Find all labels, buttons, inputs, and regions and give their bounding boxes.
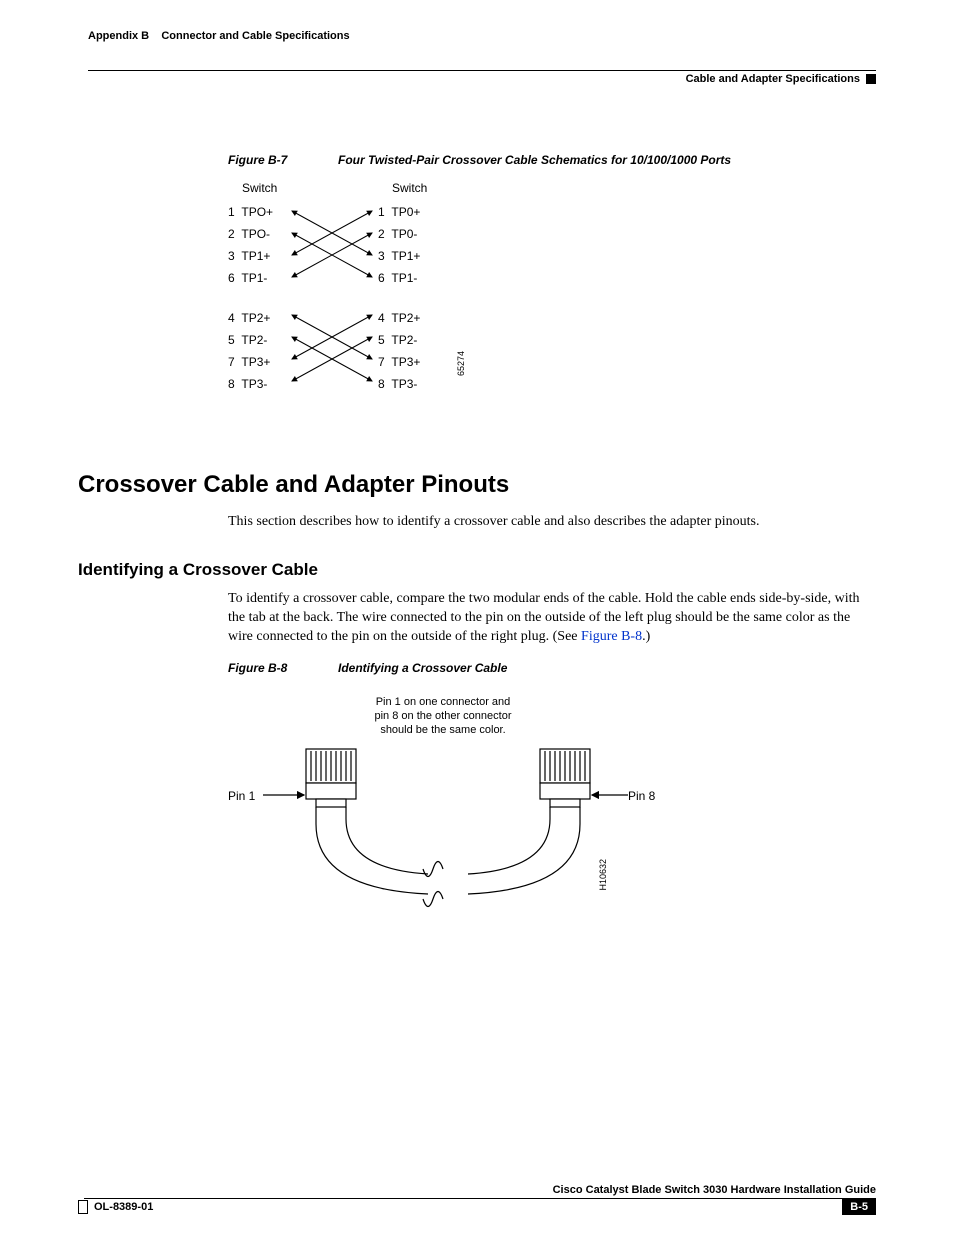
figure-b8-link[interactable]: Figure B-8 bbox=[581, 629, 642, 644]
page-number-badge: B-5 bbox=[842, 1199, 876, 1215]
footer-guide-title: Cisco Catalyst Blade Switch 3030 Hardwar… bbox=[78, 1184, 876, 1196]
header-end-marker bbox=[866, 74, 876, 84]
figure-b7-caption: Figure B-7Four Twisted-Pair Crossover Ca… bbox=[228, 153, 876, 167]
figure-b8-diagram: Pin 1 on one connector and pin 8 on the … bbox=[228, 689, 688, 919]
footer-doc-id: OL-8389-01 bbox=[94, 1201, 153, 1213]
figure-b8-caption: Figure B-8Identifying a Crossover Cable bbox=[228, 661, 876, 675]
header-section: Cable and Adapter Specifications bbox=[686, 73, 860, 85]
crossover-lines-icon bbox=[288, 203, 388, 413]
figure-b8-id: H10632 bbox=[598, 859, 608, 891]
identify-paragraph: To identify a crossover cable, compare t… bbox=[228, 590, 876, 647]
section-heading-crossover: Crossover Cable and Adapter Pinouts bbox=[78, 471, 876, 499]
subsection-identifying: Identifying a Crossover Cable bbox=[78, 560, 876, 580]
footer-box-icon bbox=[78, 1200, 88, 1214]
header-appendix: Appendix B Connector and Cable Specifica… bbox=[88, 30, 350, 42]
section-intro: This section describes how to identify a… bbox=[228, 513, 876, 532]
figure-b7-id: 65274 bbox=[456, 351, 466, 376]
figure-b7-diagram: Switch 1 TPO+ 2 TPO- 3 TP1+ 6 TP1- 4 TP2… bbox=[228, 181, 548, 441]
